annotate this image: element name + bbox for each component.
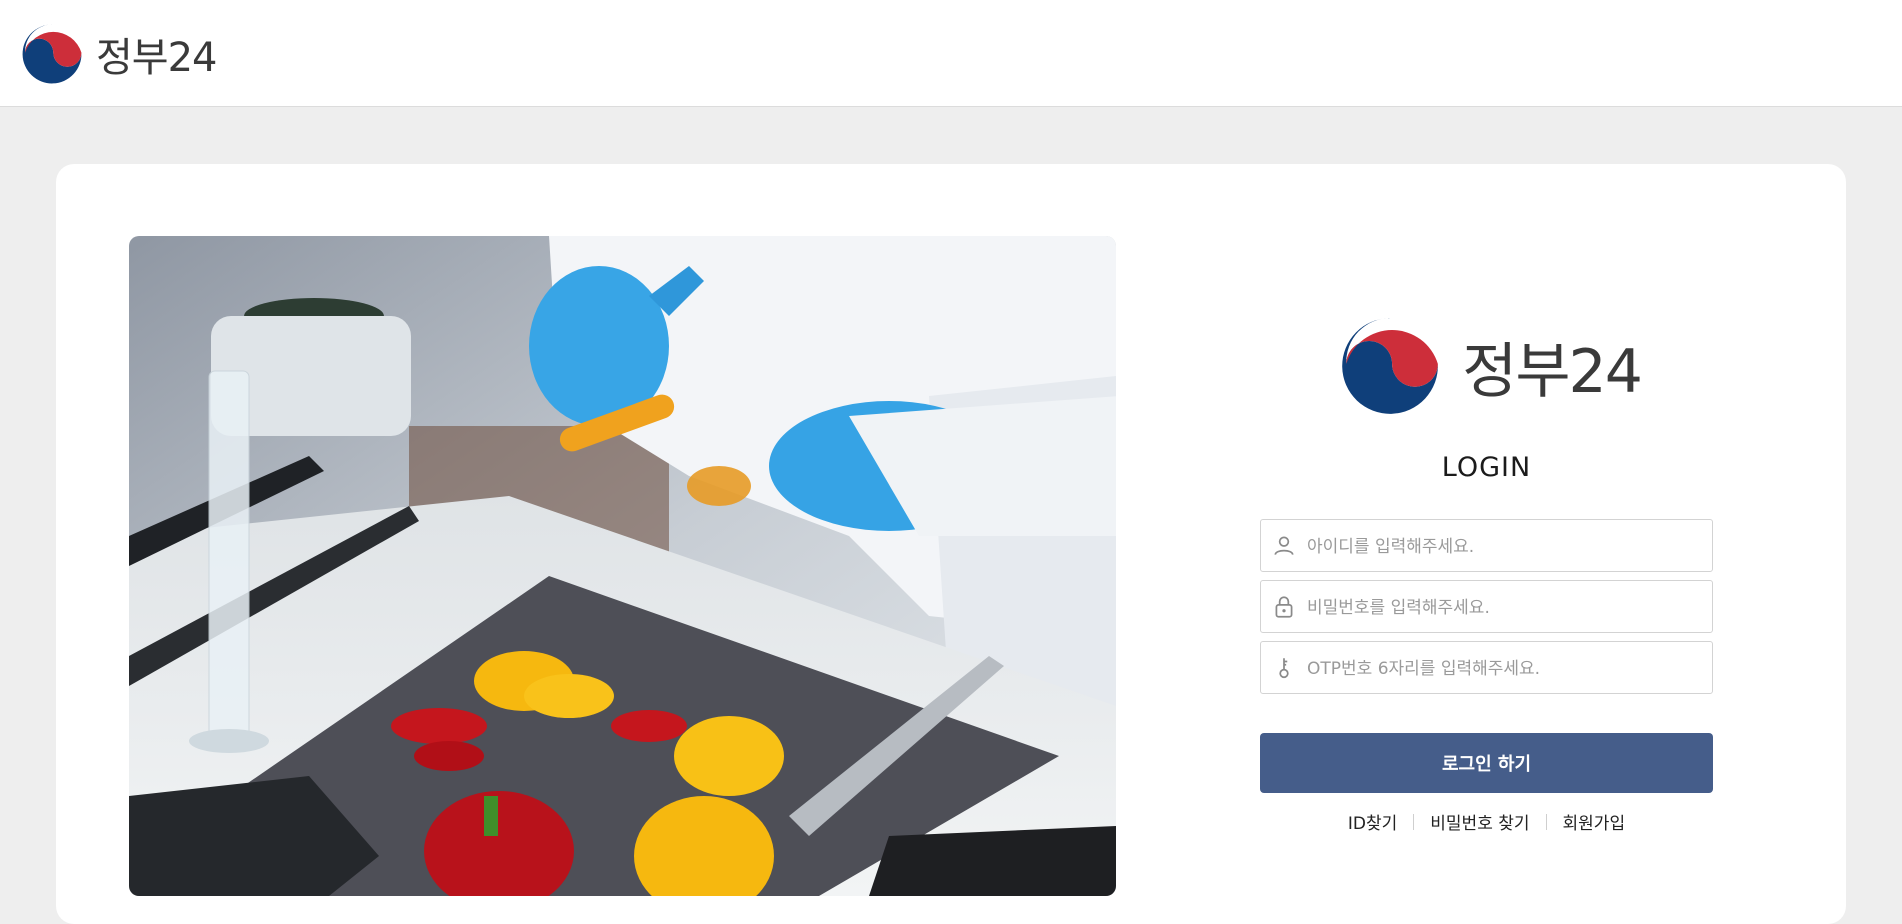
find-id-link[interactable]: ID찾기: [1332, 809, 1413, 834]
login-form: 정부24 LOGIN 로그인 하기: [1260, 314, 1713, 834]
header-logo-text: 정부24: [96, 35, 217, 81]
password-field[interactable]: [1260, 580, 1713, 634]
key-icon: [1279, 658, 1289, 679]
taegeuk-logo-icon: [21, 23, 83, 85]
taegeuk-logo-icon: [1340, 316, 1441, 416]
login-title: LOGIN: [1441, 452, 1532, 483]
find-password-link[interactable]: 비밀번호 찾기: [1414, 809, 1545, 834]
lab-food-inspection-photo: [129, 236, 1116, 896]
password-input[interactable]: [1305, 581, 1709, 634]
home-logo-link[interactable]: 정부24: [20, 22, 217, 86]
account-links: ID찾기 비밀번호 찾기 회원가입: [1260, 809, 1713, 834]
login-submit-button[interactable]: 로그인 하기: [1260, 733, 1713, 793]
otp-field[interactable]: [1260, 641, 1713, 695]
top-header: 정부24: [0, 0, 1902, 107]
otp-input[interactable]: [1305, 642, 1709, 695]
signup-link[interactable]: 회원가입: [1547, 809, 1642, 834]
user-icon: [1274, 536, 1294, 555]
login-logo: 정부24: [1266, 314, 1713, 418]
lock-icon: [1275, 596, 1293, 618]
login-card: 정부24 LOGIN 로그인 하기: [56, 164, 1846, 924]
id-field[interactable]: [1260, 519, 1713, 573]
id-input[interactable]: [1305, 520, 1709, 573]
login-logo-text: 정부24: [1462, 336, 1643, 407]
